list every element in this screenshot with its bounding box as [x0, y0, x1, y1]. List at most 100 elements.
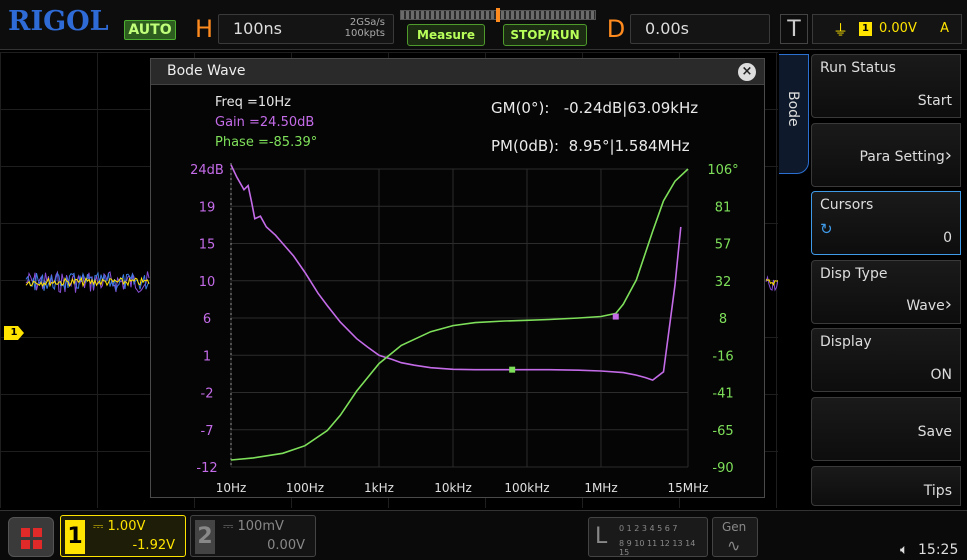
phase-tick-label: 57 — [715, 238, 732, 253]
bode-dialog: Bode Wave × Freq =10Hz Gain =24.50dB Pha… — [150, 58, 765, 498]
x-tick-label: 10kHz — [434, 481, 472, 495]
trigger-coupling: A — [940, 21, 949, 36]
x-tick-label: 1MHz — [584, 481, 617, 495]
trigger-panel[interactable]: ⏚ 1 0.00V A — [812, 14, 962, 44]
phase-tick-label: 8 — [719, 312, 727, 327]
ch1-trace — [765, 279, 778, 286]
logic-analyzer-panel[interactable]: L 0 1 2 3 4 5 6 7 8 9 10 11 12 13 14 15 — [588, 517, 708, 557]
phase-tick-label: -90 — [712, 461, 733, 476]
menu-label: Save — [917, 424, 952, 440]
menu-label: Disp Type — [820, 266, 888, 282]
ch1-scale: ⎓ 1.00V — [93, 519, 146, 534]
system-clock: 15:25 — [918, 542, 959, 558]
channel-1-panel[interactable]: 1 ⎓ 1.00V -1.92V — [60, 515, 186, 557]
memory-depth: 100kpts — [344, 28, 385, 39]
phase-tick-label: 32 — [715, 275, 732, 290]
timebase-panel[interactable]: 100ns 2GSa/s 100kpts — [218, 14, 394, 44]
trigger-level: 0.00V — [879, 21, 917, 36]
generator-panel[interactable]: Gen ∿ — [712, 517, 758, 557]
menu-value: Start — [917, 93, 952, 109]
x-tick-label: 10Hz — [216, 481, 247, 495]
gain-tick-label: 15 — [199, 238, 216, 253]
channel-2-panel[interactable]: 2 ⎓ 100mV 0.00V — [190, 515, 316, 557]
phase-curve — [230, 168, 689, 461]
menu-value: 0 — [943, 230, 952, 246]
chevron-right-icon: › — [944, 294, 952, 315]
menu-run-status[interactable]: Run Status Start — [811, 54, 961, 118]
gain-tick-label: 19 — [199, 200, 216, 215]
x-tick-label: 100Hz — [286, 481, 324, 495]
trigger-position-marker — [496, 8, 500, 22]
home-menu-button[interactable] — [8, 517, 54, 557]
home-grid-icon — [21, 528, 30, 537]
bode-plot[interactable]: 24dB 106°19 8115 5710 326 81 -16-2 -41-7 -65-12-… — [151, 59, 766, 499]
menu-label: Display — [820, 334, 872, 350]
menu-save[interactable]: Save — [811, 397, 961, 461]
dc-coupling-icon: ⎓ — [93, 519, 104, 534]
menu-label: Para Setting› — [859, 145, 952, 166]
phase-tick-label: -41 — [712, 387, 733, 402]
sample-rate: 2GSa/s — [349, 17, 385, 28]
sample-info: 2GSa/s 100kpts — [345, 17, 385, 39]
ch2-number: 2 — [195, 520, 215, 554]
menu-display[interactable]: Display ON — [811, 328, 961, 392]
gain-tick-label: -7 — [201, 424, 214, 439]
gen-label: Gen — [722, 520, 747, 534]
ch2-scale: ⎓ 100mV — [223, 519, 284, 534]
timebase-value: 100ns — [233, 19, 283, 38]
gain-tick-label: -12 — [196, 461, 217, 476]
delay-panel[interactable]: 0.00s — [630, 14, 770, 44]
x-tick-label: 15MHz — [668, 481, 709, 495]
ch-trace-noise — [765, 275, 778, 292]
multipurpose-knob-icon: ↻ — [820, 220, 833, 238]
horizontal-letter: H — [194, 15, 214, 43]
menu-label: Cursors — [820, 197, 874, 213]
trigger-mode-badge[interactable]: AUTO — [124, 20, 176, 40]
phase-tick-label: -65 — [712, 424, 733, 439]
sine-wave-icon: ∿ — [727, 536, 741, 555]
ch1-offset: -1.92V — [132, 538, 175, 553]
menu-label: Tips — [923, 483, 952, 499]
delay-value: 0.00s — [645, 19, 689, 38]
menu-value: Wave› — [906, 294, 952, 315]
chevron-right-icon: › — [944, 145, 952, 166]
x-tick-label: 1kHz — [364, 481, 394, 495]
bode-tab-label: Bode — [785, 91, 801, 127]
gain-curve — [230, 164, 682, 381]
delay-letter: D — [606, 15, 626, 43]
ch1-number: 1 — [65, 520, 85, 554]
menu-disp-type[interactable]: Disp Type Wave› — [811, 260, 961, 324]
home-grid-icon — [21, 540, 30, 549]
trigger-edge-icon: ⏚ — [833, 21, 849, 39]
stop-run-button[interactable]: STOP/RUN — [503, 24, 587, 46]
gain-tick-label: -2 — [201, 387, 214, 402]
phase-tick-label: 106° — [707, 163, 738, 178]
bottom-status-bar: 1 ⎓ 1.00V -1.92V 2 ⎓ 100mV 0.00V L 0 1 2… — [0, 510, 967, 560]
phase-tick-label: 81 — [715, 200, 732, 215]
brand-logo: RIGOL — [8, 6, 109, 37]
ch2-offset: 0.00V — [267, 538, 305, 553]
gain-tick-label: 1 — [203, 349, 211, 364]
menu-para-setting[interactable]: Para Setting› — [811, 123, 961, 187]
home-grid-icon — [33, 528, 42, 537]
menu-value: ON — [930, 367, 953, 383]
menu-cursors[interactable]: Cursors ↻ 0 — [811, 191, 961, 255]
gain-tick-label: 24dB — [190, 163, 224, 178]
measure-button[interactable]: Measure — [407, 24, 485, 46]
speaker-icon[interactable]: 🔈︎ — [900, 542, 908, 558]
x-tick-label: 100kHz — [504, 481, 549, 495]
bode-tab[interactable]: Bode — [779, 54, 809, 174]
home-grid-icon — [33, 540, 42, 549]
trigger-letter: T — [780, 14, 808, 44]
top-status-bar: RIGOL AUTO H 100ns 2GSa/s 100kpts Measur… — [0, 0, 967, 50]
la-letter: L — [595, 524, 608, 549]
trigger-source: 1 — [859, 22, 872, 36]
menu-tips[interactable]: Tips — [811, 466, 961, 506]
menu-label: Run Status — [820, 60, 896, 76]
phase-tick-label: -16 — [712, 349, 733, 364]
gain-tick-label: 6 — [203, 312, 211, 327]
gain-tick-label: 10 — [199, 275, 216, 290]
margin-marker — [509, 366, 516, 373]
la-channels-row1: 0 1 2 3 4 5 6 7 — [619, 524, 678, 533]
margin-marker — [612, 313, 619, 320]
